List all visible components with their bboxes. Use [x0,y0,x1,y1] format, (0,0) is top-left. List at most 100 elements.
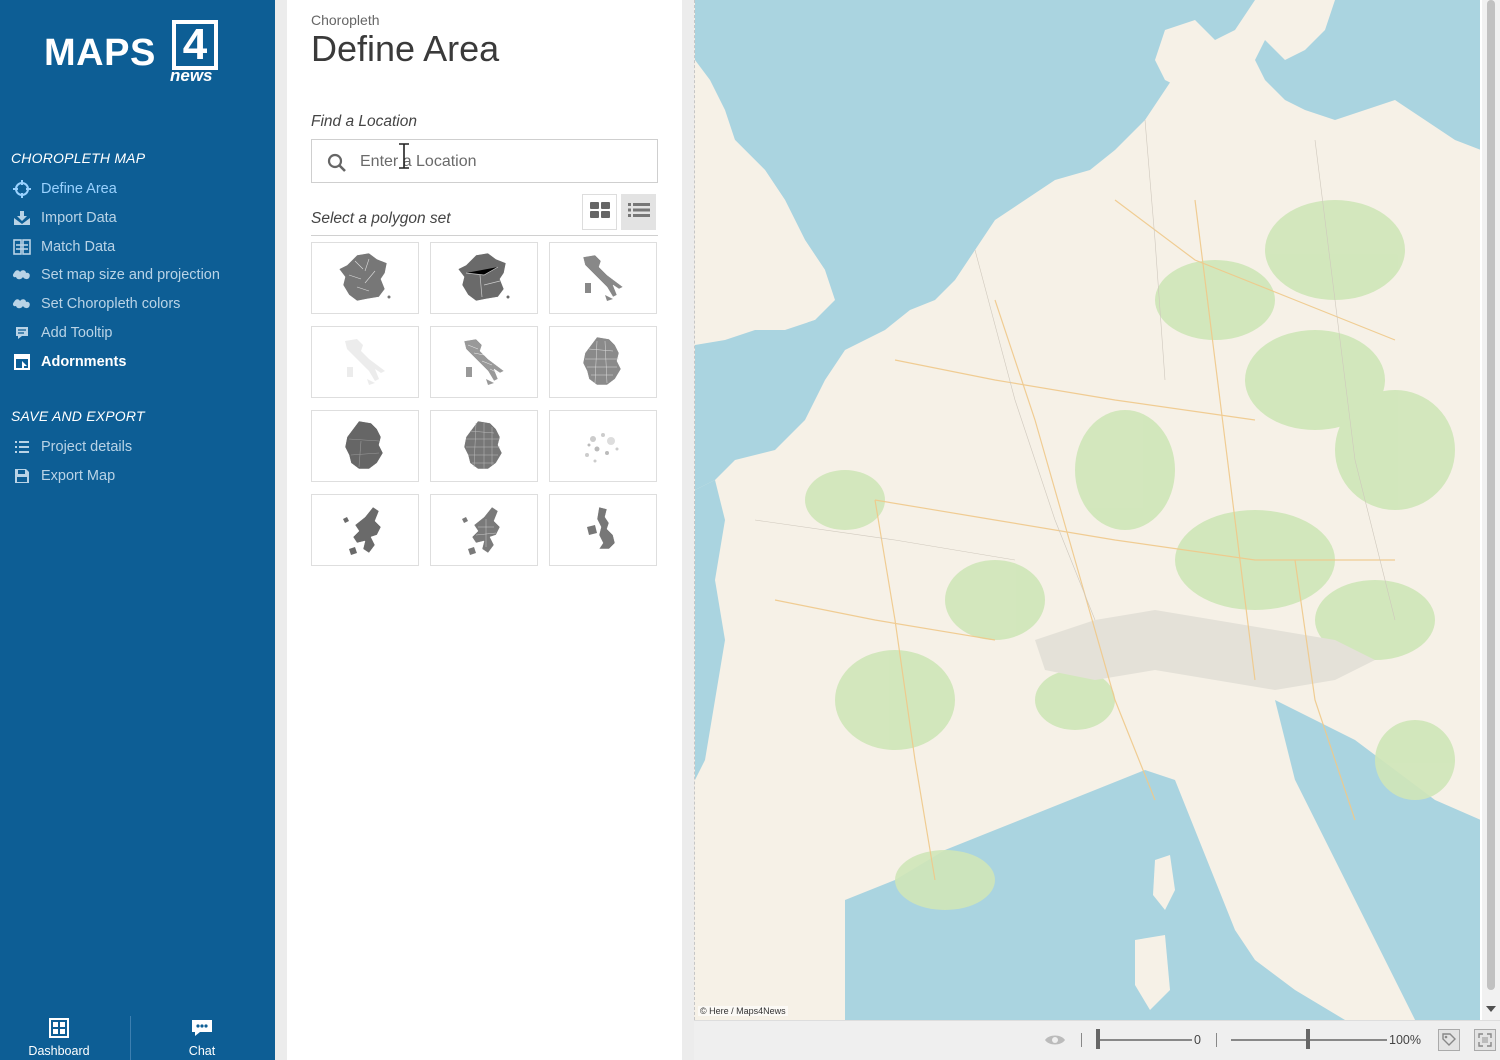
italy-map-icon [582,254,624,301]
location-search-box[interactable] [311,139,658,183]
polygon-divider [311,235,658,236]
save-icon [12,467,32,485]
germany-map-icon [344,420,384,470]
opacity-slider-knob[interactable] [1096,1029,1100,1049]
zoom-value: 100% [1389,1033,1421,1047]
right-gutter [682,0,694,1060]
polygon-set-germany-states[interactable] [311,410,419,482]
sidebar-item-match-data[interactable]: Match Data [12,236,115,258]
tag-icon [1442,1033,1456,1046]
match-icon [12,238,32,256]
tooltip-icon [12,324,32,342]
europe-base-map [695,0,1480,1020]
scrollbar-thumb[interactable] [1487,0,1495,990]
uk-map-icon [587,506,616,550]
europe-map-icon [343,506,382,555]
europe-map-icon [462,506,501,555]
sidebar-item-add-tooltip[interactable]: Add Tooltip [12,322,112,344]
sidebar-item-label: Set map size and projection [41,267,220,283]
sidebar-item-project-details[interactable]: Project details [12,436,132,458]
polygon-set-italy-provinces[interactable] [430,326,538,398]
text-cursor-icon [399,143,409,169]
sidebar-item-label: Adornments [41,354,127,370]
chat-button[interactable]: Chat [170,1008,234,1060]
map-attribution: © Here / Maps4News [698,1006,788,1016]
islands-map-icon [585,433,619,463]
dashboard-button[interactable]: Dashboard [18,1008,100,1060]
chat-icon [190,1018,214,1041]
find-location-label: Find a Location [311,113,417,130]
app-logo[interactable]: MAPS 4 news [44,20,220,86]
toolbar-separator [1081,1033,1082,1047]
search-icon [327,153,347,178]
toolbar-separator [1216,1033,1217,1047]
germany-map-icon [463,420,503,470]
breadcrumb: Choropleth [311,12,380,28]
polygon-set-france-regions[interactable] [430,242,538,314]
visibility-toggle[interactable] [1044,1029,1066,1051]
polygon-set-label: Select a polygon set [311,210,451,227]
france-map-icon [338,252,391,302]
sidebar-bottom-bar: Dashboard Chat [0,1008,275,1060]
sidebar-item-label: Match Data [41,239,116,255]
sidebar-item-export-map[interactable]: Export Map [12,465,115,487]
eye-icon [1045,1035,1065,1045]
adornments-icon [12,353,32,371]
dashboard-label: Dashboard [28,1044,90,1058]
sidebar: MAPS 4 news CHOROPLETH MAP Define Area I… [0,0,275,1060]
polygon-set-germany-districts[interactable] [549,326,657,398]
grid-icon [589,201,611,224]
italy-map-icon [463,338,505,385]
fullscreen-icon [1478,1033,1492,1047]
polygon-set-europe-regions[interactable] [430,494,538,566]
map-size-icon [12,266,32,284]
france-map-icon [457,252,510,302]
list-icon [12,438,32,456]
import-icon [12,209,32,227]
page-title: Define Area [311,28,500,69]
section-heading-choropleth: CHOROPLETH MAP [11,150,146,166]
opacity-value: 0 [1194,1033,1201,1047]
tag-button[interactable] [1438,1029,1460,1051]
sidebar-item-adornments[interactable]: Adornments [12,351,126,373]
sidebar-item-define-area[interactable]: Define Area [12,178,117,200]
list-icon [627,201,651,224]
polygon-set-united-kingdom[interactable] [549,494,657,566]
sidebar-item-label: Project details [41,439,133,455]
sidebar-item-choropleth-colors[interactable]: Set Choropleth colors [12,293,180,315]
scroll-down-arrow-icon[interactable] [1486,1006,1496,1012]
logo-text: MAPS [44,32,156,74]
grid-view-button[interactable] [582,194,617,230]
polygon-set-scattered[interactable] [549,410,657,482]
colors-icon [12,295,32,313]
sidebar-item-label: Define Area [41,181,117,197]
zoom-slider-knob[interactable] [1306,1029,1310,1049]
fit-screen-button[interactable] [1474,1029,1496,1051]
section-heading-save: SAVE AND EXPORT [11,408,145,424]
sidebar-item-import-data[interactable]: Import Data [12,207,117,229]
list-view-button[interactable] [621,194,656,230]
polygon-set-europe-countries[interactable] [311,494,419,566]
opacity-slider[interactable] [1096,1039,1192,1041]
logo-sub: news [170,66,213,85]
polygon-set-france-departments[interactable] [311,242,419,314]
sidebar-item-label: Set Choropleth colors [41,296,181,312]
map-canvas[interactable] [694,0,1480,1020]
dashboard-icon [49,1018,69,1041]
crosshair-icon [12,180,32,198]
map-vertical-scrollbar[interactable] [1482,0,1500,1020]
sidebar-item-label: Import Data [41,210,117,226]
map-toolbar: 0 100% [694,1020,1500,1060]
bottom-divider [130,1016,131,1060]
germany-map-icon [582,336,622,386]
chat-label: Chat [188,1044,216,1058]
left-gutter [275,0,287,1060]
sidebar-item-label: Export Map [41,468,116,484]
sidebar-item-label: Add Tooltip [41,325,113,341]
define-area-panel: Choropleth Define Area Find a Location S… [287,0,682,1060]
polygon-set-germany-detailed[interactable] [430,410,538,482]
sidebar-item-map-size[interactable]: Set map size and projection [12,264,220,286]
italy-map-icon [345,339,385,385]
polygon-set-italy-regions[interactable] [549,242,657,314]
polygon-set-italy-light[interactable] [311,326,419,398]
